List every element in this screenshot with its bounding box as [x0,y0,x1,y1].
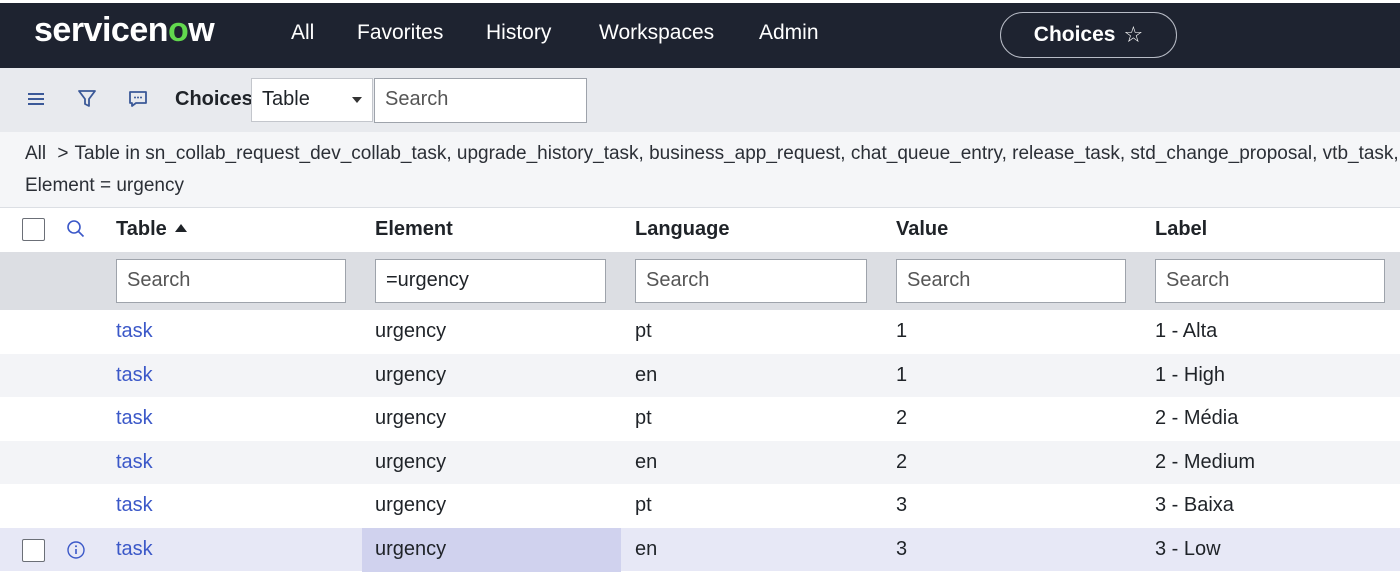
hamburger-menu-icon[interactable] [25,88,49,112]
breadcrumb-condition-element[interactable]: Element = urgency [25,175,184,197]
table-row[interactable]: task urgency pt 1 1 - Alta [0,310,1400,354]
cell-value: 2 [896,450,908,473]
cell-language: en [635,450,658,473]
cell-label: 3 - Baixa [1155,494,1234,516]
nav-admin[interactable]: Admin [759,21,819,45]
nav-history[interactable]: History [486,21,551,45]
breadcrumb-condition-table[interactable]: Table in sn_collab_request_dev_collab_ta… [75,143,1400,164]
cell-value: 3 [896,537,908,560]
nav-all[interactable]: All [291,21,314,45]
sort-ascending-icon [174,223,187,232]
column-header-label[interactable]: Label [1155,218,1207,241]
table-row[interactable]: task urgency en 2 2 - Medium [0,440,1400,484]
column-header-row: Table Element Language Value Label [0,208,1400,252]
column-header-element[interactable]: Element [375,218,453,241]
cell-table-link[interactable]: task [116,320,153,343]
list-body: task urgency pt 1 1 - Alta task urgency … [0,310,1400,572]
cell-table-link[interactable]: task [116,538,153,561]
servicenow-logo[interactable]: servicenow [34,11,215,50]
cell-language: pt [635,320,652,342]
filter-element-input[interactable]: =urgency [375,259,606,303]
filter-language-input[interactable]: Search [635,259,867,303]
cell-label: 3 - Low [1155,537,1221,560]
row-select-checkbox[interactable] [22,538,45,562]
cell-label: 1 - Alta [1155,320,1218,342]
filter-icon[interactable] [76,88,100,112]
cell-table-link[interactable]: task [116,364,153,387]
top-nav-bar: servicenow All Favorites History Workspa… [0,0,1400,68]
cell-element[interactable]: urgency [375,538,446,561]
cell-language: en [635,537,658,560]
nav-workspaces[interactable]: Workspaces [599,21,714,45]
table-row[interactable]: task urgency pt 2 2 - Média [0,397,1400,441]
cell-element: urgency [375,407,447,429]
cell-value: 1 [896,320,908,342]
breadcrumb: All > Table in sn_collab_request_dev_coll… [0,132,1400,208]
cell-element: urgency [375,320,447,342]
column-header-language[interactable]: Language [635,218,729,241]
cell-language: en [635,363,658,386]
info-icon[interactable] [66,540,86,560]
cell-table-link[interactable]: task [116,494,153,517]
list-search-input[interactable]: Search [374,78,587,123]
list-toolbar: Choices Table Search [0,68,1400,132]
filter-value-input[interactable]: Search [896,259,1126,303]
select-all-checkbox[interactable] [22,218,45,241]
current-page-label: Choices [1033,23,1116,46]
cell-value: 1 [896,363,908,386]
cell-label: 1 - High [1155,363,1226,386]
table-row[interactable]: task urgency pt 3 3 - Baixa [0,484,1400,528]
cell-language: pt [635,494,652,516]
column-filter-row: Search =urgency Search Search Search [0,252,1400,310]
cell-value: 2 [896,407,908,429]
table-row[interactable]: task urgency en 1 1 - High [0,353,1400,397]
cell-table-link[interactable]: task [116,407,153,430]
list-title: Choices [175,88,253,110]
cell-element: urgency [375,450,447,473]
cell-label: 2 - Média [1155,407,1239,429]
chevron-down-icon [352,97,362,103]
cell-element: urgency [375,363,447,386]
column-header-table-label: Table [116,218,167,240]
cell-element: urgency [375,494,447,516]
filter-label-input[interactable]: Search [1155,259,1385,303]
breadcrumb-separator: > [57,143,69,164]
cell-table-link[interactable]: task [116,451,153,474]
current-page-pill[interactable]: Choices ☆ [1000,12,1177,58]
column-header-table[interactable]: Table [116,218,187,241]
comment-icon[interactable] [127,88,151,112]
search-icon[interactable] [65,218,87,240]
cell-label: 2 - Medium [1155,450,1256,473]
star-icon[interactable]: ☆ [1123,22,1143,48]
filter-table-input[interactable]: Search [116,259,346,303]
search-field-select[interactable]: Table [251,78,373,122]
table-row-hovered[interactable]: task urgency en 3 3 - Low [0,527,1400,572]
cell-language: pt [635,407,652,429]
column-header-value[interactable]: Value [896,218,948,241]
nav-favorites[interactable]: Favorites [357,21,443,45]
cell-value: 3 [896,494,908,516]
search-field-select-value: Table [262,88,310,110]
breadcrumb-all[interactable]: All [25,143,46,164]
